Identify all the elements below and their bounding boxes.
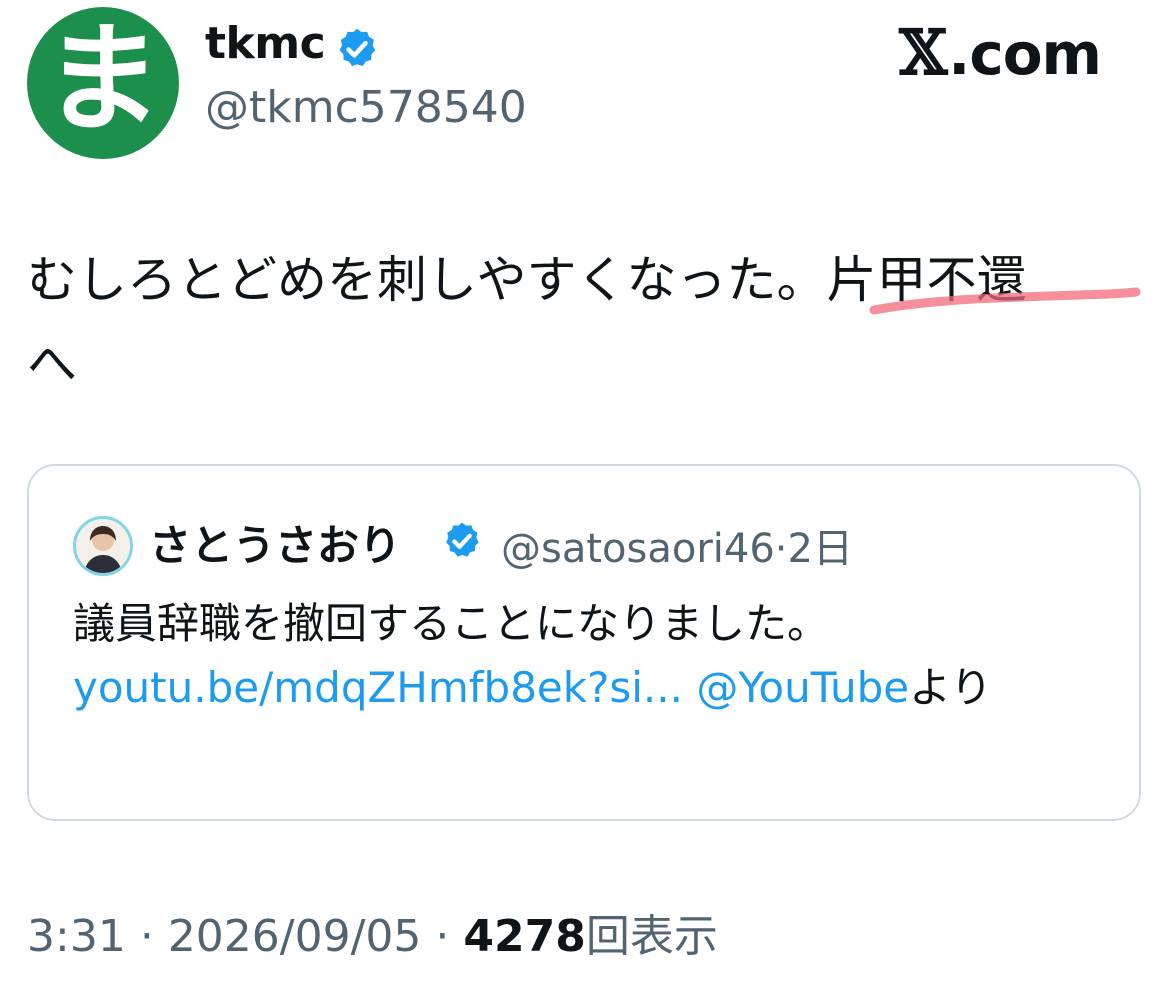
tweet-date[interactable]: 2026/09/05 bbox=[168, 911, 422, 962]
person-avatar-icon bbox=[76, 519, 130, 573]
quoted-text: 議員辞職を撤回することになりました。 youtu.be/mdqZHmfb8ek?… bbox=[73, 592, 1093, 720]
quoted-author-avatar[interactable] bbox=[73, 516, 133, 576]
tweet-text-part2: へ bbox=[27, 335, 77, 393]
quoted-meta: @satosaori46·2日 bbox=[501, 516, 853, 574]
tweet-time[interactable]: 3:31 bbox=[27, 911, 126, 962]
views-label: 回表示 bbox=[585, 911, 718, 962]
tweet-footer: 3:31 · 2026/09/05 · 4278回表示 bbox=[27, 900, 718, 964]
tweet-text-part1: むしろとどめを刺しやすくなった。 bbox=[27, 251, 827, 309]
author-handle[interactable]: @tkmc578540 bbox=[205, 82, 527, 133]
meta-separator: · bbox=[774, 526, 788, 572]
quoted-age: 2日 bbox=[787, 526, 853, 572]
tweet-text: むしろとどめを刺しやすくなった。片甲不還 へ bbox=[27, 238, 1137, 406]
quoted-tweet-card[interactable]: さとうさおり @satosaori46·2日 議員辞職を撤回することになりました… bbox=[27, 464, 1141, 821]
verified-badge-icon bbox=[446, 522, 479, 557]
youtube-link[interactable]: youtu.be/mdqZHmfb8ek?si... bbox=[73, 663, 683, 712]
x-logo-text: .com bbox=[948, 20, 1102, 88]
x-logo-icon: 𝕏 bbox=[899, 16, 947, 89]
footer-separator: · bbox=[435, 911, 450, 962]
quoted-body: 議員辞職を撤回することになりました。 bbox=[73, 599, 830, 648]
quoted-suffix: より bbox=[909, 663, 993, 712]
x-com-logo: 𝕏 .com bbox=[899, 16, 1102, 89]
views-count: 4278 bbox=[463, 911, 586, 962]
author-avatar[interactable]: ま bbox=[27, 7, 179, 159]
tweet-text-highlight: 片甲不還 bbox=[826, 251, 1027, 309]
youtube-mention[interactable]: @YouTube bbox=[696, 663, 909, 712]
author-display-name[interactable]: tkmc bbox=[205, 18, 326, 69]
footer-separator: · bbox=[139, 911, 154, 962]
quoted-handle[interactable]: @satosaori46 bbox=[501, 526, 775, 572]
verified-badge-icon bbox=[339, 28, 376, 67]
quoted-display-name[interactable]: さとうさおり bbox=[149, 512, 401, 573]
avatar-glyph: ま bbox=[43, 10, 162, 148]
